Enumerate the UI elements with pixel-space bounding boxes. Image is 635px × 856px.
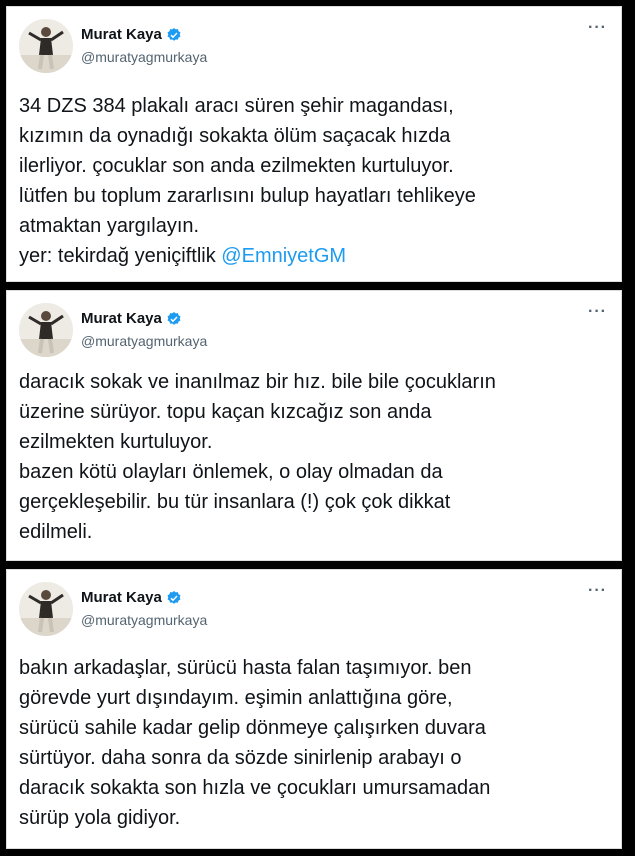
avatar[interactable] (19, 19, 73, 73)
tweet-text: 34 DZS 384 plakalı aracı süren şehir mag… (19, 91, 611, 271)
more-options-icon[interactable]: ··· (588, 582, 607, 600)
author-name-text[interactable]: Murat Kaya (81, 310, 162, 327)
author-handle[interactable]: @muratyagmurkaya (81, 333, 207, 349)
author-handle[interactable]: @muratyagmurkaya (81, 612, 207, 628)
mention-link[interactable]: @EmniyetGM (221, 245, 346, 267)
tweet-text-content: 34 DZS 384 plakalı aracı süren şehir mag… (19, 95, 476, 267)
tweet-card[interactable]: Murat Kaya @muratyagmurkaya ··· bakın ar… (6, 569, 622, 849)
tweet-card[interactable]: Murat Kaya @muratyagmurkaya ··· daracık … (6, 290, 622, 561)
avatar[interactable] (19, 582, 73, 636)
tweet-text: daracık sokak ve inanılmaz bir hız. bile… (19, 371, 496, 543)
verified-badge-icon (167, 27, 181, 41)
avatar[interactable] (19, 303, 73, 357)
author-name[interactable]: Murat Kaya (81, 310, 182, 327)
author-name[interactable]: Murat Kaya (81, 589, 182, 606)
more-options-icon[interactable]: ··· (588, 19, 607, 37)
avatar-image (19, 582, 73, 636)
tweet-card[interactable]: Murat Kaya @muratyagmurkaya ··· 34 DZS 3… (6, 6, 622, 282)
avatar-image (19, 303, 73, 357)
author-name-text[interactable]: Murat Kaya (81, 26, 162, 43)
avatar-image (19, 19, 73, 73)
verified-badge-icon (167, 311, 181, 325)
verified-badge-icon (167, 590, 181, 604)
tweet-text: bakın arkadaşlar, sürücü hasta falan taş… (19, 657, 491, 829)
author-name-text[interactable]: Murat Kaya (81, 589, 162, 606)
author-name[interactable]: Murat Kaya (81, 26, 182, 43)
more-options-icon[interactable]: ··· (588, 303, 607, 321)
author-handle[interactable]: @muratyagmurkaya (81, 49, 207, 65)
